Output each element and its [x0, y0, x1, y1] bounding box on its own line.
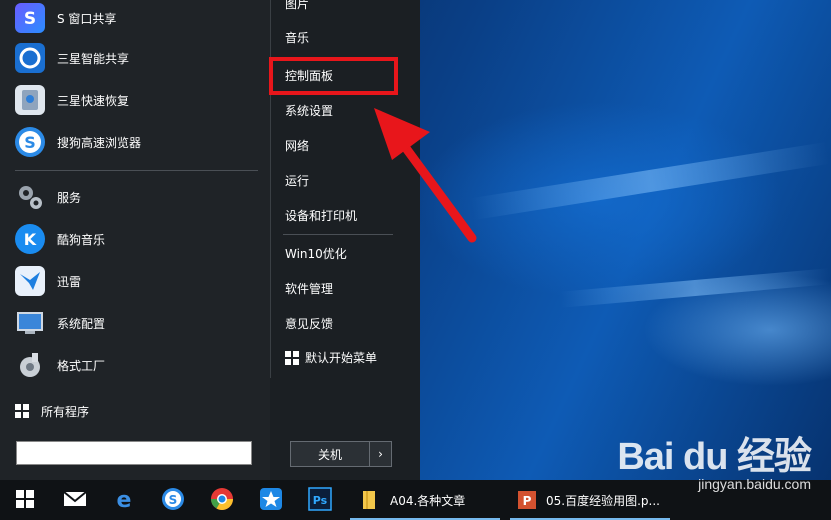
samsung-smart-share-icon	[15, 43, 45, 73]
all-programs-button[interactable]: 所有程序	[15, 392, 260, 430]
taskbar-chrome-icon[interactable]	[209, 486, 235, 512]
app-label: 系统配置	[57, 316, 106, 331]
svg-text:e: e	[117, 488, 132, 511]
right-item-music[interactable]: 音乐	[285, 29, 309, 46]
right-item-run[interactable]: 运行	[285, 172, 309, 189]
windows-logo-icon	[15, 404, 29, 418]
taskbar-task-folder[interactable]: A04.各种文章	[350, 480, 500, 520]
right-item-win10-optimize[interactable]: Win10优化	[285, 245, 347, 262]
start-item-samsung-recovery[interactable]: 三星快速恢复	[15, 81, 260, 119]
svg-text:K: K	[24, 230, 37, 249]
shutdown-button[interactable]: 关机	[290, 441, 370, 467]
annotation-arrow-icon	[374, 108, 477, 243]
default-start-menu-label: 默认开始菜单	[305, 351, 378, 365]
start-item-system-config[interactable]: 系统配置	[15, 304, 260, 342]
watermark-logo: Bai du 经验	[617, 436, 812, 478]
task-label: A04.各种文章	[390, 493, 466, 508]
app-label: 搜狗高速浏览器	[57, 135, 142, 150]
task-label: 05.百度经验用图.p...	[546, 493, 660, 508]
xunlei-icon	[15, 266, 45, 296]
control-panel-highlight-box	[269, 57, 398, 95]
taskbar-photoshop-icon[interactable]: Ps	[307, 486, 333, 512]
all-programs-label: 所有程序	[41, 404, 90, 419]
app-label: 格式工厂	[57, 358, 106, 373]
right-item-software-manager[interactable]: 软件管理	[285, 280, 333, 297]
app-label: 酷狗音乐	[57, 232, 106, 247]
taskbar-edge-icon[interactable]: e	[111, 486, 137, 512]
baidu-jingyan-watermark: Bai du 经验 jingyan.baidu.com	[617, 425, 812, 492]
svg-text:S: S	[24, 9, 36, 29]
windows-logo-icon	[16, 490, 34, 508]
shutdown-options-button[interactable]: ›	[369, 441, 392, 467]
start-item-sogou-browser[interactable]: S 搜狗高速浏览器	[15, 123, 260, 161]
samsung-recovery-icon	[15, 85, 45, 115]
taskbar-star-app-icon[interactable]	[258, 486, 284, 512]
start-search-input[interactable]	[16, 441, 252, 465]
start-item-xunlei[interactable]: 迅雷	[15, 262, 260, 300]
sogou-browser-icon: S	[15, 127, 45, 157]
start-item-samsung-smart-share[interactable]: 三星智能共享	[15, 39, 260, 77]
taskbar-mail-icon[interactable]	[62, 486, 88, 512]
start-item-s-window-share[interactable]: S S 窗口共享	[15, 0, 260, 37]
start-item-services[interactable]: 服务	[15, 178, 260, 216]
app-label: S 窗口共享	[57, 11, 117, 26]
system-config-icon	[15, 308, 45, 338]
windows-logo-icon	[285, 350, 299, 365]
folder-icon	[358, 489, 380, 511]
right-item-pictures[interactable]: 图片	[285, 0, 309, 12]
app-label: 服务	[57, 190, 82, 205]
menu-separator	[15, 170, 258, 171]
start-item-format-factory[interactable]: 格式工厂	[15, 346, 260, 384]
powerpoint-icon: P	[516, 489, 538, 511]
app-label: 三星智能共享	[57, 51, 130, 66]
svg-text:P: P	[523, 494, 532, 508]
right-item-devices-printers[interactable]: 设备和打印机	[285, 207, 357, 224]
app-label: 三星快速恢复	[57, 93, 130, 108]
svg-text:S: S	[24, 133, 36, 152]
start-item-kugou[interactable]: K 酷狗音乐	[15, 220, 260, 258]
s-window-share-icon: S	[15, 3, 45, 33]
svg-text:S: S	[169, 493, 178, 507]
right-item-feedback[interactable]: 意见反馈	[285, 315, 333, 332]
app-label: 迅雷	[57, 274, 82, 289]
right-item-network[interactable]: 网络	[285, 137, 309, 154]
taskbar-sogou-browser-icon[interactable]: S	[160, 486, 186, 512]
right-item-system-settings[interactable]: 系统设置	[285, 102, 333, 119]
kugou-music-icon: K	[15, 224, 45, 254]
right-item-default-start-menu[interactable]: 默认开始菜单	[285, 349, 377, 366]
taskbar-start-button[interactable]	[12, 486, 38, 512]
format-factory-icon	[15, 350, 45, 380]
gears-icon	[15, 182, 45, 212]
svg-text:Ps: Ps	[313, 494, 328, 507]
